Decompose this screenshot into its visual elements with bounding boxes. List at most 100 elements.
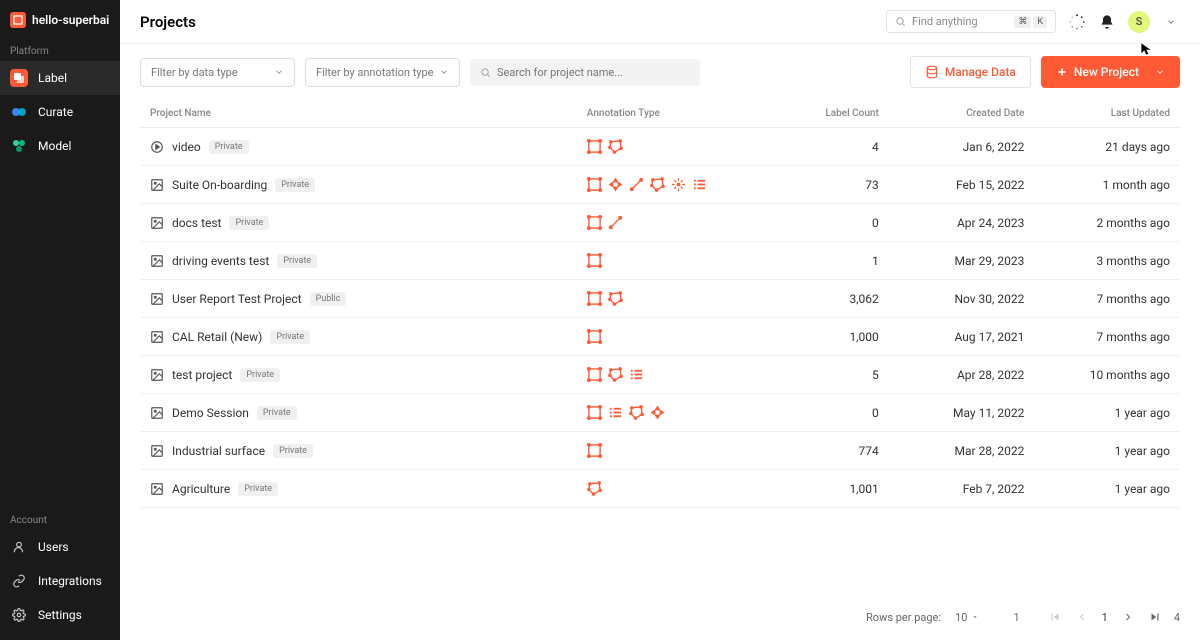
last-updated: 2 months ago <box>1034 204 1180 242</box>
label-count: 4 <box>764 128 889 166</box>
anno-box-icon <box>587 329 602 344</box>
anno-box-icon <box>587 291 602 306</box>
global-search-kbd: ⌘ K <box>1014 16 1047 28</box>
image-type-icon <box>150 254 164 268</box>
plus-icon <box>1056 66 1068 78</box>
sidebar-item-curate[interactable]: Curate <box>0 95 120 129</box>
project-name: docs test <box>172 216 221 230</box>
col-last-updated: Last Updated <box>1034 100 1180 128</box>
last-updated: 21 days ago <box>1034 128 1180 166</box>
search-icon <box>480 67 491 78</box>
col-annotation-type: Annotation Type <box>577 100 764 128</box>
annotation-icons <box>587 329 754 344</box>
visibility-badge: Public <box>310 292 347 306</box>
table-row[interactable]: Suite On-boarding Private 73 Feb 15, 202… <box>140 166 1180 204</box>
total-pages: 4 <box>1174 611 1180 624</box>
next-page-button[interactable] <box>1120 609 1136 625</box>
topbar: Projects Find anything ⌘ K S <box>120 0 1200 44</box>
project-name: CAL Retail (New) <box>172 330 262 344</box>
sidebar-item-label[interactable]: Label <box>0 61 120 95</box>
first-page-button[interactable] <box>1046 608 1064 626</box>
table-row[interactable]: Agriculture Private 1,001 Feb 7, 2022 1 … <box>140 470 1180 508</box>
anno-box-icon <box>587 177 602 192</box>
filter-data-type[interactable]: Filter by data type <box>140 58 295 87</box>
visibility-badge: Private <box>270 330 310 344</box>
workspace-name: hello-superbai <box>32 13 109 27</box>
image-type-icon <box>150 482 164 496</box>
anno-rotate-icon <box>608 177 623 192</box>
manage-data-button[interactable]: Manage Data <box>910 56 1031 88</box>
project-name: Demo Session <box>172 406 249 420</box>
workspace-switcher[interactable]: hello-superbai <box>0 8 120 40</box>
annotation-icons <box>587 291 754 306</box>
sidebar-item-text: Curate <box>38 105 73 119</box>
visibility-badge: Private <box>275 178 315 192</box>
user-avatar[interactable]: S <box>1128 11 1150 33</box>
rows-per-page-select[interactable]: 10 <box>955 611 979 624</box>
global-search[interactable]: Find anything ⌘ K <box>886 10 1056 33</box>
sidebar-item-users[interactable]: Users <box>0 530 120 564</box>
projects-table-wrap: Project Name Annotation Type Label Count… <box>120 100 1200 594</box>
model-icon <box>10 137 28 155</box>
visibility-badge: Private <box>209 140 249 154</box>
annotation-icons <box>587 215 754 230</box>
table-row[interactable]: docs test Private 0 Apr 24, 2023 2 month… <box>140 204 1180 242</box>
annotation-icons <box>587 443 754 458</box>
chevron-down-icon <box>439 67 449 77</box>
loading-spinner-icon <box>1068 13 1086 31</box>
created-date: Aug 17, 2021 <box>889 318 1035 356</box>
notification-bell-icon[interactable] <box>1098 13 1116 31</box>
curate-icon <box>10 103 28 121</box>
sidebar-item-text: Settings <box>38 608 82 622</box>
table-row[interactable]: test project Private 5 Apr 28, 2022 10 m… <box>140 356 1180 394</box>
sidebar-section-platform: Platform <box>0 40 120 61</box>
last-page-button[interactable] <box>1146 608 1164 626</box>
sidebar-item-integrations[interactable]: Integrations <box>0 564 120 598</box>
new-project-button[interactable]: New Project <box>1041 56 1180 88</box>
anno-poly-icon <box>650 177 665 192</box>
sidebar-item-model[interactable]: Model <box>0 129 120 163</box>
visibility-badge: Private <box>238 482 278 496</box>
label-icon <box>10 69 28 87</box>
visibility-badge: Private <box>277 254 317 268</box>
label-count: 1 <box>764 242 889 280</box>
table-row[interactable]: video Private 4 Jan 6, 2022 21 days ago <box>140 128 1180 166</box>
table-row[interactable]: driving events test Private 1 Mar 29, 20… <box>140 242 1180 280</box>
created-date: Jan 6, 2022 <box>889 128 1035 166</box>
project-name: video <box>172 140 201 154</box>
sidebar-item-settings[interactable]: Settings <box>0 598 120 632</box>
current-page: 1 <box>1100 609 1110 626</box>
project-search[interactable] <box>470 59 700 86</box>
created-date: Mar 29, 2023 <box>889 242 1035 280</box>
projects-table: Project Name Annotation Type Label Count… <box>140 100 1180 508</box>
created-date: Feb 15, 2022 <box>889 166 1035 204</box>
table-row[interactable]: User Report Test Project Public 3,062 No… <box>140 280 1180 318</box>
annotation-icons <box>587 253 754 268</box>
chevron-down-icon[interactable] <box>1162 13 1180 31</box>
image-type-icon <box>150 330 164 344</box>
sidebar-item-text: Integrations <box>38 574 102 588</box>
image-type-icon <box>150 406 164 420</box>
filter-annotation-type[interactable]: Filter by annotation type <box>305 58 460 87</box>
table-row[interactable]: Demo Session Private 0 May 11, 2022 1 ye… <box>140 394 1180 432</box>
table-row[interactable]: Industrial surface Private 774 Mar 28, 2… <box>140 432 1180 470</box>
image-type-icon <box>150 178 164 192</box>
pagination: Rows per page: 10 1 1 4 <box>120 594 1200 640</box>
project-search-input[interactable] <box>497 66 690 79</box>
sidebar-section-account: Account <box>0 509 120 530</box>
page-input[interactable]: 1 <box>1013 611 1019 624</box>
anno-poly-icon <box>608 139 623 154</box>
table-row[interactable]: CAL Retail (New) Private 1,000 Aug 17, 2… <box>140 318 1180 356</box>
sidebar-item-text: Users <box>38 540 69 554</box>
chevron-down-icon <box>1155 67 1165 77</box>
prev-page-button[interactable] <box>1074 609 1090 625</box>
anno-poly-icon <box>608 291 623 306</box>
col-created-date: Created Date <box>889 100 1035 128</box>
chevron-down-icon <box>274 67 284 77</box>
image-type-icon <box>150 368 164 382</box>
caret-down-icon <box>971 613 979 621</box>
video-type-icon <box>150 140 164 154</box>
visibility-badge: Private <box>257 406 297 420</box>
gear-icon <box>10 606 28 624</box>
image-type-icon <box>150 292 164 306</box>
